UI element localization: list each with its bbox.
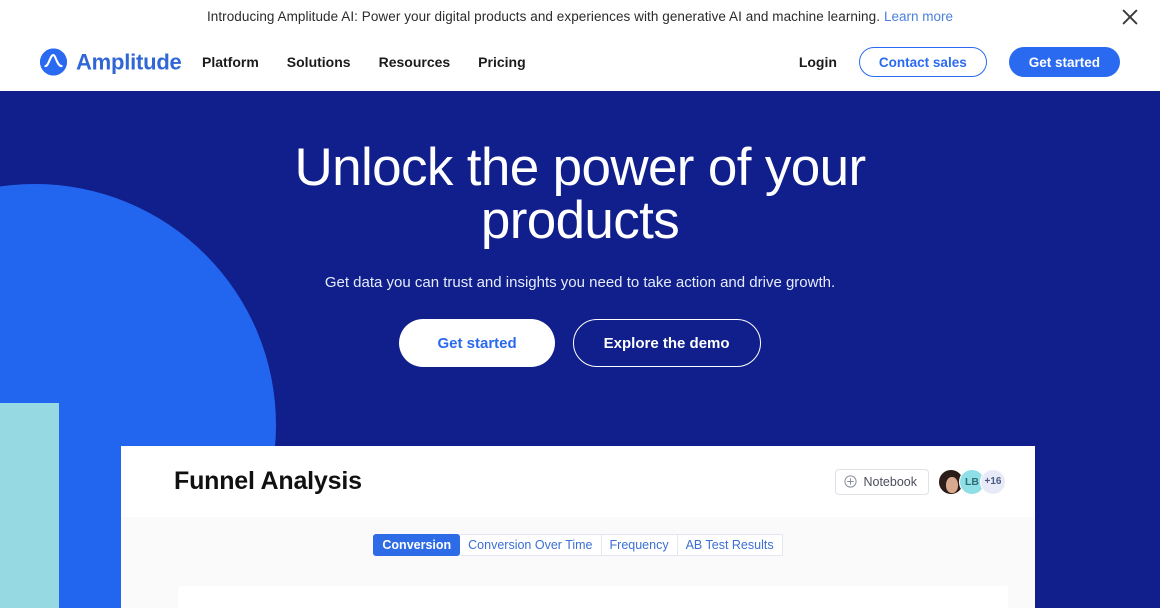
contact-sales-button[interactable]: Contact sales — [858, 47, 987, 77]
chart-panel — [178, 586, 1008, 608]
plus-circle-icon — [844, 475, 858, 488]
hero-explore-demo-button[interactable]: Explore the demo — [572, 319, 761, 367]
hero-subtitle: Get data you can trust and insights you … — [324, 274, 836, 291]
hero-get-started-button[interactable]: Get started — [399, 319, 555, 367]
amplitude-logo-icon — [40, 48, 67, 76]
nav-item-platform[interactable]: Platform — [202, 54, 259, 70]
announcement-text: Introducing Amplitude AI: Power your dig… — [206, 9, 881, 24]
nav-actions: Login Contact sales Get started — [799, 47, 1120, 77]
nav-get-started-button[interactable]: Get started — [1008, 47, 1120, 77]
login-link[interactable]: Login — [799, 54, 837, 70]
decorative-rectangle-shape — [0, 403, 59, 608]
notebook-button[interactable]: Notebook — [835, 468, 929, 495]
close-icon[interactable] — [1116, 3, 1144, 31]
analysis-tabs: Conversion Conversion Over Time Frequenc… — [121, 534, 1035, 556]
announcement-bar: Introducing Amplitude AI: Power your dig… — [0, 0, 1160, 33]
page-title: Funnel Analysis — [174, 467, 362, 495]
tab-conversion[interactable]: Conversion — [373, 534, 461, 556]
brand-name-text: Amplitude — [76, 49, 182, 74]
product-card-header: Funnel Analysis Notebook LB +16 — [121, 446, 1035, 517]
amplitude-brand-logo[interactable]: Amplitude — [40, 48, 182, 76]
nav-item-pricing[interactable]: Pricing — [478, 54, 525, 70]
product-card-body: Conversion Conversion Over Time Frequenc… — [121, 517, 1035, 608]
nav-item-solutions[interactable]: Solutions — [287, 54, 351, 70]
nav-links: Platform Solutions Resources Pricing — [202, 54, 526, 70]
hero-title: Unlock the power of your products — [294, 138, 867, 250]
tab-conversion-over-time[interactable]: Conversion Over Time — [460, 534, 602, 556]
announcement-learn-more-link[interactable]: Learn more — [884, 9, 953, 24]
avatar-face — [946, 476, 958, 493]
page-root: Introducing Amplitude AI: Power your dig… — [0, 0, 1160, 608]
tab-ab-test-results[interactable]: AB Test Results — [677, 534, 783, 556]
notebook-button-label: Notebook — [863, 474, 917, 489]
hero-cta-group: Get started Explore the demo — [0, 319, 1160, 367]
main-navigation: Amplitude Platform Solutions Resources P… — [0, 33, 1160, 91]
avatar-overflow-count[interactable]: +16 — [980, 468, 1006, 495]
hero-content: Unlock the power of your products Get da… — [0, 91, 1160, 367]
product-preview-card: Funnel Analysis Notebook LB +16 Conversi… — [121, 446, 1035, 608]
product-card-header-actions: Notebook LB +16 — [835, 468, 1006, 495]
tab-frequency[interactable]: Frequency — [601, 534, 678, 556]
nav-item-resources[interactable]: Resources — [379, 54, 451, 70]
collaborator-avatars: LB +16 — [938, 468, 1006, 495]
